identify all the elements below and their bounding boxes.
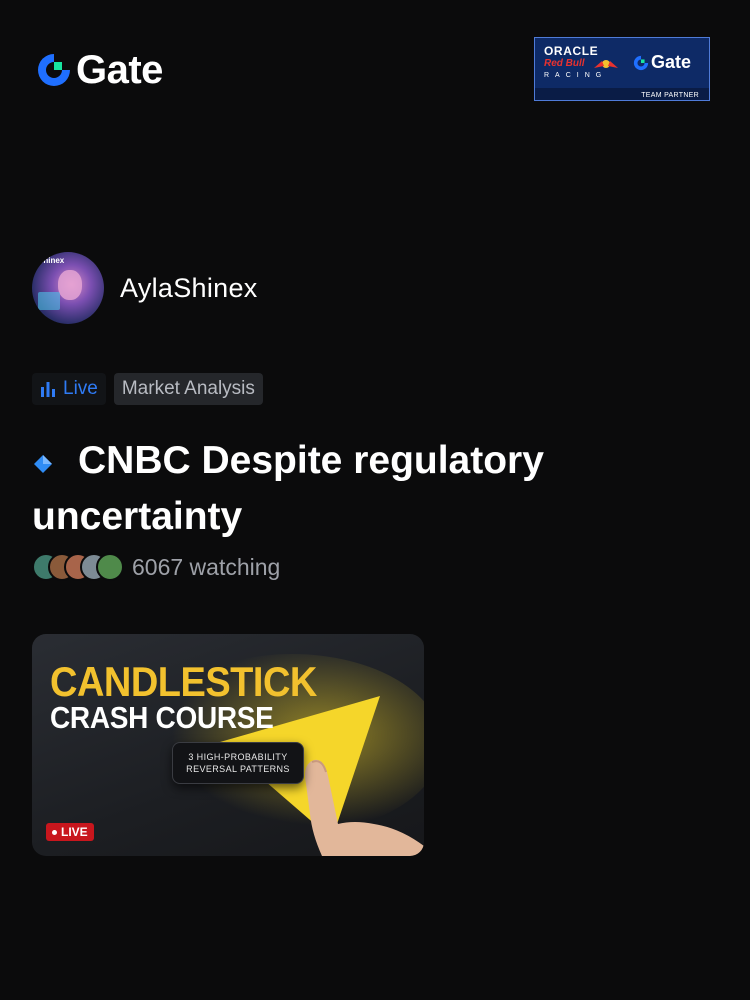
team-partner-text: TEAM PARTNER — [641, 92, 699, 99]
pill-line2: REVERSAL PATTERNS — [186, 764, 290, 774]
pill-line1: 3 HIGH-PROBABILITY — [188, 752, 288, 762]
redbull-bulls-icon — [594, 60, 618, 68]
live-video-card[interactable]: CANDLESTICK CRASH COURSE 3 HIGH-PROBABIL… — [32, 634, 424, 856]
post-title[interactable]: CNBC Despite regulatory uncertainty — [32, 434, 632, 544]
gate-logo[interactable]: Gate — [36, 50, 163, 90]
post-tags: Live Market Analysis — [32, 373, 263, 405]
gate-small-icon — [633, 55, 649, 70]
watching-count: 6067 watching — [132, 553, 281, 580]
watcher-avatars — [32, 553, 124, 581]
racing-text: RACING — [544, 72, 608, 79]
live-tag-label: Live — [63, 378, 98, 399]
partner-gate-brand: Gate — [633, 52, 691, 73]
diamond-icon — [32, 436, 78, 490]
avatar-tag-text: Shinex — [38, 256, 65, 265]
watcher-avatar — [96, 553, 124, 581]
partner-gate-text: Gate — [651, 52, 692, 72]
oracle-text: ORACLE — [544, 44, 599, 58]
avatar-screen — [38, 292, 60, 310]
team-partner-badge[interactable]: ORACLE Red Bull RACING Gate TEAM PARTNER — [534, 37, 710, 101]
live-bars-icon — [41, 382, 55, 397]
gate-logo-icon — [38, 54, 70, 86]
video-subtitle-pill: 3 HIGH-PROBABILITY REVERSAL PATTERNS — [172, 742, 304, 784]
avatar-figure — [58, 270, 82, 300]
live-badge-text: LIVE — [61, 825, 88, 839]
live-badge: LIVE — [46, 823, 94, 841]
brand-name: Gate — [76, 48, 163, 92]
topic-tag[interactable]: Market Analysis — [113, 373, 263, 405]
video-title-line2: CRASH COURSE — [50, 700, 274, 735]
author-name[interactable]: AylaShinex — [120, 273, 258, 304]
author-avatar[interactable]: Shinex — [32, 252, 104, 324]
author-row[interactable]: Shinex AylaShinex — [32, 252, 258, 324]
live-dot-icon — [52, 829, 57, 835]
live-tag[interactable]: Live — [32, 373, 106, 405]
redbull-text: Red Bull — [544, 58, 585, 69]
watchers-row: 6067 watching — [32, 553, 280, 581]
post-title-text: CNBC Despite regulatory uncertainty — [32, 439, 544, 538]
